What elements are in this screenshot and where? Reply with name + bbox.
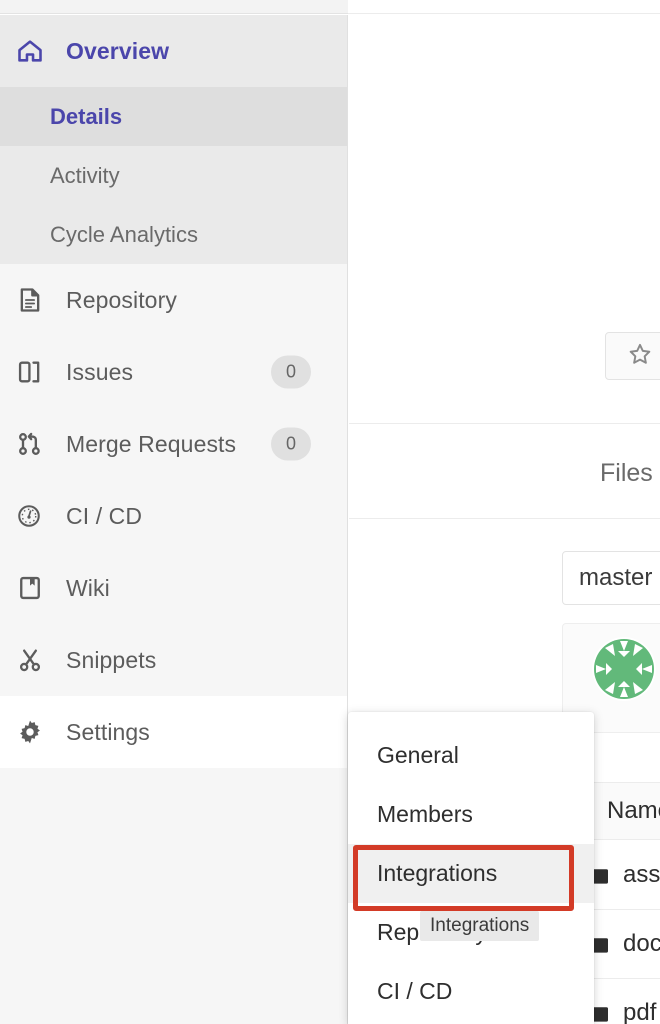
sidebar-group-overview: Overview Details Activity Cycle Analytic… [0,15,347,264]
sidebar-item-merge-requests[interactable]: Merge Requests 0 [0,408,347,480]
sidebar-item-label-wiki: Wiki [66,574,110,601]
home-icon [16,37,50,65]
flyout-item-label-members: Members [377,801,473,827]
document-icon [16,286,50,314]
gear-icon [16,718,50,746]
rocket-gauge-icon [16,503,50,529]
files-table-column-name: Name [607,797,660,824]
sidebar-badge-merge-requests: 0 [271,427,311,461]
sidebar-item-snippets[interactable]: Snippets [0,624,347,696]
sidebar-subitem-label-details: Details [50,103,123,129]
star-button[interactable] [605,332,660,380]
sidebar-subitem-cycle-analytics[interactable]: Cycle Analytics [0,205,347,264]
branch-selector-value: master [579,564,653,591]
flyout-item-label-ci-cd: CI / CD [377,978,453,1004]
table-row-name: ass [623,861,660,888]
avatar [592,637,656,701]
book-icon [16,574,50,602]
flyout-item-ci-cd[interactable]: CI / CD [348,962,594,1021]
table-row-name: doc [623,930,660,957]
sidebar-subitem-activity[interactable]: Activity [0,146,347,205]
sidebar-item-settings[interactable]: Settings [0,696,347,768]
table-row-name: pdf [623,999,657,1024]
sidebar-item-issues[interactable]: Issues 0 [0,336,347,408]
app-root: Overview Details Activity Cycle Analytic… [0,0,660,1024]
sidebar-item-ci-cd[interactable]: CI / CD [0,480,347,552]
content-divider-2 [349,518,660,519]
issues-icon [16,358,50,386]
flyout-item-members[interactable]: Members [348,785,594,844]
sidebar-item-label-repository: Repository [66,286,177,313]
sidebar-item-repository[interactable]: Repository [0,264,347,336]
sidebar-subitem-label-cycle-analytics: Cycle Analytics [50,221,198,247]
content-top-strip [348,0,660,14]
sidebar-item-label-issues: Issues [66,358,134,385]
sidebar-item-label-snippets: Snippets [66,646,157,673]
merge-request-icon [16,430,50,458]
sidebar-item-label-merge-requests: Merge Requests [66,430,237,457]
flyout-item-label-integrations: Integrations [377,860,498,886]
sidebar-item-wiki[interactable]: Wiki [0,552,347,624]
sidebar-subitem-details[interactable]: Details [0,87,347,146]
scissors-icon [16,646,50,674]
flyout-item-general[interactable]: General [348,726,594,785]
content-divider-1 [349,423,660,424]
sidebar-item-label-settings: Settings [66,718,150,745]
star-icon [627,341,653,372]
sidebar-subitem-label-activity: Activity [50,162,120,188]
files-count-label: Files ( [600,459,660,487]
sidebar-item-label-ci-cd: CI / CD [66,502,143,529]
sidebar-badge-issues: 0 [271,355,311,389]
sidebar-top-strip [0,0,348,14]
sidebar-item-label-overview: Overview [66,37,170,64]
project-sidebar: Overview Details Activity Cycle Analytic… [0,15,348,1024]
tooltip: Integrations [420,911,540,941]
flyout-item-label-general: General [377,742,459,768]
sidebar-item-overview[interactable]: Overview [0,15,347,87]
settings-flyout-menu: General Members Integrations Repository … [348,712,594,1024]
branch-selector[interactable]: master [562,551,660,605]
flyout-item-integrations[interactable]: Integrations [348,844,594,903]
